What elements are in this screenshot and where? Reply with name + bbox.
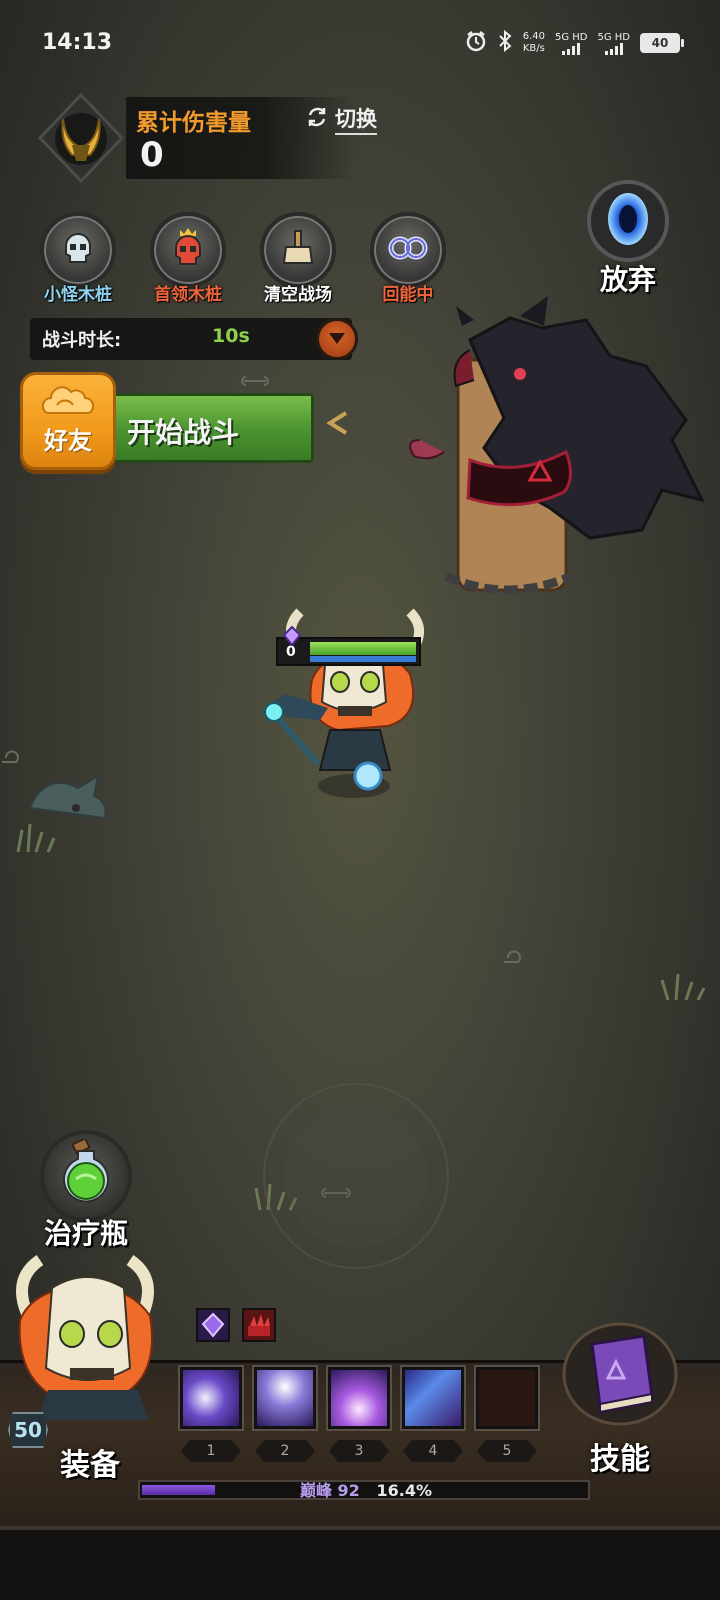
skills-button[interactable] xyxy=(560,1318,700,1438)
buff-blood-icon[interactable] xyxy=(242,1308,276,1342)
skill-slot-4[interactable] xyxy=(402,1367,464,1429)
equip-label: 装备 xyxy=(60,1448,120,1483)
peak-exp-percent: 16.4% xyxy=(376,1481,433,1500)
slot-number: 3 xyxy=(329,1440,389,1462)
slot-number: 5 xyxy=(477,1440,537,1462)
buff-gem-icon[interactable] xyxy=(196,1308,230,1342)
slot-number: 1 xyxy=(181,1440,241,1462)
peak-exp-bar: 巅峰 92 16.4% xyxy=(138,1480,590,1500)
skill-slot-5[interactable] xyxy=(476,1367,538,1429)
peak-rank-value: 92 xyxy=(337,1481,360,1500)
skill-slot-3[interactable] xyxy=(328,1367,390,1429)
peak-rank-label: 巅峰 xyxy=(299,1481,332,1500)
hero-mp-fill xyxy=(310,656,416,662)
peak-exp-text: 巅峰 92 16.4% xyxy=(140,1482,592,1499)
hero-portrait-icon xyxy=(16,1255,154,1420)
spellbook-icon xyxy=(560,1322,680,1432)
hero-hp-fill xyxy=(310,642,416,655)
skill-slot-2[interactable] xyxy=(254,1367,316,1429)
slot-number: 4 xyxy=(403,1440,463,1462)
gem-icon xyxy=(282,625,302,650)
hero-level-badge: 50 xyxy=(8,1412,48,1448)
potion-bottle-icon xyxy=(56,1137,116,1213)
skills-label: 技能 xyxy=(590,1442,650,1477)
slot-number: 2 xyxy=(255,1440,315,1462)
skill-slot-1[interactable] xyxy=(180,1367,242,1429)
